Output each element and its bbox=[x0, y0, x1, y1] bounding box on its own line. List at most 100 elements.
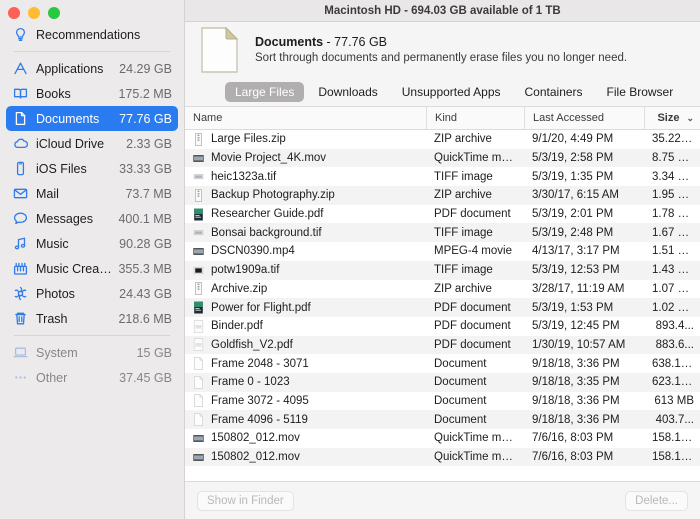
tiff-dark-icon bbox=[193, 264, 204, 277]
lightbulb-icon bbox=[10, 27, 30, 42]
table-row[interactable]: Researcher Guide.pdfPDF document5/3/19, … bbox=[185, 205, 700, 224]
table-row[interactable]: 150802_012.movQuickTime movie7/6/16, 8:0… bbox=[185, 429, 700, 448]
table-row[interactable]: Movie Project_4K.movQuickTime movie5/3/1… bbox=[185, 149, 700, 168]
column-header-last-accessed[interactable]: Last Accessed bbox=[524, 107, 644, 129]
document-large-icon bbox=[199, 26, 241, 74]
file-name-cell: Archive.zip bbox=[185, 282, 426, 295]
close-button[interactable] bbox=[8, 7, 20, 19]
sidebar-item-photos[interactable]: Photos24.43 GB bbox=[0, 281, 184, 306]
sidebar-item-trash[interactable]: Trash218.6 MB bbox=[0, 306, 184, 331]
file-last-accessed-cell: 5/3/19, 2:01 PM bbox=[524, 208, 644, 220]
file-name-cell: Binder.pdf bbox=[185, 320, 426, 333]
sidebar-item-label: Documents bbox=[30, 112, 115, 126]
category-header: Documents - 77.76 GB Sort through docume… bbox=[185, 22, 700, 77]
file-name-cell: DSCN0390.mp4 bbox=[185, 245, 426, 258]
sidebar-item-label: Messages bbox=[30, 212, 114, 226]
table-row[interactable]: Goldfish_V2.pdfPDF document1/30/19, 10:5… bbox=[185, 336, 700, 355]
file-size-cell: 623.1 MB bbox=[644, 376, 700, 388]
table-row[interactable]: Frame 3072 - 4095Document9/18/18, 3:36 P… bbox=[185, 392, 700, 411]
table-row[interactable]: Bonsai background.tifTIFF image5/3/19, 2… bbox=[185, 223, 700, 242]
zip-icon bbox=[193, 282, 204, 295]
table-row[interactable]: Binder.pdfPDF document5/3/19, 12:45 PM89… bbox=[185, 317, 700, 336]
sidebar-item-label: Other bbox=[30, 371, 115, 385]
file-last-accessed-cell: 5/3/19, 1:35 PM bbox=[524, 171, 644, 183]
file-name-cell: potw1909a.tif bbox=[185, 264, 426, 277]
chevron-down-icon: ⌄ bbox=[686, 113, 694, 124]
tab-downloads[interactable]: Downloads bbox=[308, 82, 387, 102]
sidebar-item-recommendations[interactable]: Recommendations bbox=[0, 22, 184, 47]
file-name-label: Frame 2048 - 3071 bbox=[211, 358, 309, 370]
file-name-cell: Movie Project_4K.mov bbox=[185, 152, 426, 165]
storage-management-window: Recommendations Applications24.29 GBBooks… bbox=[0, 0, 700, 519]
table-row[interactable]: Frame 4096 - 5119Document9/18/18, 3:36 P… bbox=[185, 410, 700, 429]
table-row[interactable]: Power for Flight.pdfPDF document5/3/19, … bbox=[185, 298, 700, 317]
file-name-label: Binder.pdf bbox=[211, 320, 263, 332]
table-row[interactable]: Frame 0 - 1023 Document9/18/18, 3:35 PM62… bbox=[185, 373, 700, 392]
sidebar-item-messages[interactable]: Messages400.1 MB bbox=[0, 206, 184, 231]
sidebar-item-other: Other37.45 GB bbox=[0, 365, 184, 390]
category-subtitle: Sort through documents and permanently e… bbox=[255, 49, 627, 64]
file-name-label: Large Files.zip bbox=[211, 133, 286, 145]
sidebar-item-mail[interactable]: Mail73.7 MB bbox=[0, 181, 184, 206]
file-kind-cell: Document bbox=[426, 358, 524, 370]
sidebar-item-applications[interactable]: Applications24.29 GB bbox=[0, 56, 184, 81]
table-row[interactable]: potw1909a.tifTIFF image5/3/19, 12:53 PM1… bbox=[185, 261, 700, 280]
tab-large-files[interactable]: Large Files bbox=[225, 82, 304, 102]
table-row[interactable]: 150802_012.movQuickTime movie7/6/16, 8:0… bbox=[185, 448, 700, 467]
file-name-label: Frame 4096 - 5119 bbox=[211, 414, 308, 426]
tab-containers[interactable]: Containers bbox=[515, 82, 593, 102]
file-kind-cell: Document bbox=[426, 376, 524, 388]
main-panel: Macintosh HD - 694.03 GB available of 1 … bbox=[185, 0, 700, 519]
trash-icon bbox=[10, 311, 30, 326]
photos-flower-icon bbox=[10, 286, 30, 301]
table-row[interactable]: heic1323a.tifTIFF image5/3/19, 1:35 PM3.… bbox=[185, 167, 700, 186]
sidebar-item-music-creati[interactable]: Music Creati...355.3 MB bbox=[0, 256, 184, 281]
minimize-button[interactable] bbox=[28, 7, 40, 19]
file-name-cell: Frame 3072 - 4095 bbox=[185, 394, 426, 407]
pdf-dark-icon bbox=[193, 301, 204, 314]
file-size-cell: 1.07 GB bbox=[644, 283, 700, 295]
file-size-cell: 883.6... bbox=[644, 339, 700, 351]
laptop-icon bbox=[10, 345, 30, 360]
sidebar: Recommendations Applications24.29 GBBooks… bbox=[0, 0, 185, 519]
table-row[interactable]: Frame 2048 - 3071Document9/18/18, 3:36 P… bbox=[185, 354, 700, 373]
table-row[interactable]: Backup Photography.zipZIP archive3/30/17… bbox=[185, 186, 700, 205]
file-list[interactable]: Large Files.zipZIP archive9/1/20, 4:49 P… bbox=[185, 130, 700, 481]
file-kind-cell: PDF document bbox=[426, 320, 524, 332]
table-row[interactable]: DSCN0390.mp4MPEG-4 movie4/13/17, 3:17 PM… bbox=[185, 242, 700, 261]
file-size-cell: 3.34 GB bbox=[644, 171, 700, 183]
sidebar-item-books[interactable]: Books175.2 MB bbox=[0, 81, 184, 106]
sidebar-item-ios-files[interactable]: iOS Files33.33 GB bbox=[0, 156, 184, 181]
sidebar-item-music[interactable]: Music90.28 GB bbox=[0, 231, 184, 256]
table-row[interactable]: Archive.zipZIP archive3/28/17, 11:19 AM1… bbox=[185, 280, 700, 299]
tab-file-browser[interactable]: File Browser bbox=[597, 82, 684, 102]
zoom-button[interactable] bbox=[48, 7, 60, 19]
sidebar-item-size: 2.33 GB bbox=[122, 137, 172, 151]
file-last-accessed-cell: 9/1/20, 4:49 PM bbox=[524, 133, 644, 145]
sidebar-item-documents[interactable]: Documents77.76 GB bbox=[6, 106, 178, 131]
app-store-icon bbox=[10, 61, 30, 76]
sidebar-item-size: 175.2 MB bbox=[114, 87, 172, 101]
file-size-cell: 1.78 GB bbox=[644, 208, 700, 220]
column-header-size[interactable]: Size ⌄ bbox=[644, 107, 700, 129]
category-size: - 77.76 GB bbox=[323, 35, 387, 49]
file-last-accessed-cell: 9/18/18, 3:35 PM bbox=[524, 376, 644, 388]
movie-icon bbox=[193, 245, 204, 258]
sidebar-item-size: 90.28 GB bbox=[115, 237, 172, 251]
file-name-label: 150802_012.mov bbox=[211, 432, 300, 444]
file-size-cell: 1.02 GB bbox=[644, 302, 700, 314]
sidebar-item-label: Trash bbox=[30, 312, 114, 326]
sidebar-item-label: Music bbox=[30, 237, 115, 251]
file-name-label: Frame 0 - 1023 bbox=[211, 376, 290, 388]
column-header-kind[interactable]: Kind bbox=[426, 107, 524, 129]
column-header-name[interactable]: Name bbox=[185, 107, 426, 129]
sidebar-item-icloud-drive[interactable]: iCloud Drive2.33 GB bbox=[0, 131, 184, 156]
table-row[interactable]: Large Files.zipZIP archive9/1/20, 4:49 P… bbox=[185, 130, 700, 149]
sidebar-item-label: Photos bbox=[30, 287, 115, 301]
file-size-cell: 8.75 GB bbox=[644, 152, 700, 164]
sidebar-item-label: iOS Files bbox=[30, 162, 115, 176]
file-size-cell: 1.67 GB bbox=[644, 227, 700, 239]
delete-button[interactable]: Delete... bbox=[625, 491, 688, 511]
tab-unsupported-apps[interactable]: Unsupported Apps bbox=[392, 82, 511, 102]
show-in-finder-button[interactable]: Show in Finder bbox=[197, 491, 294, 511]
